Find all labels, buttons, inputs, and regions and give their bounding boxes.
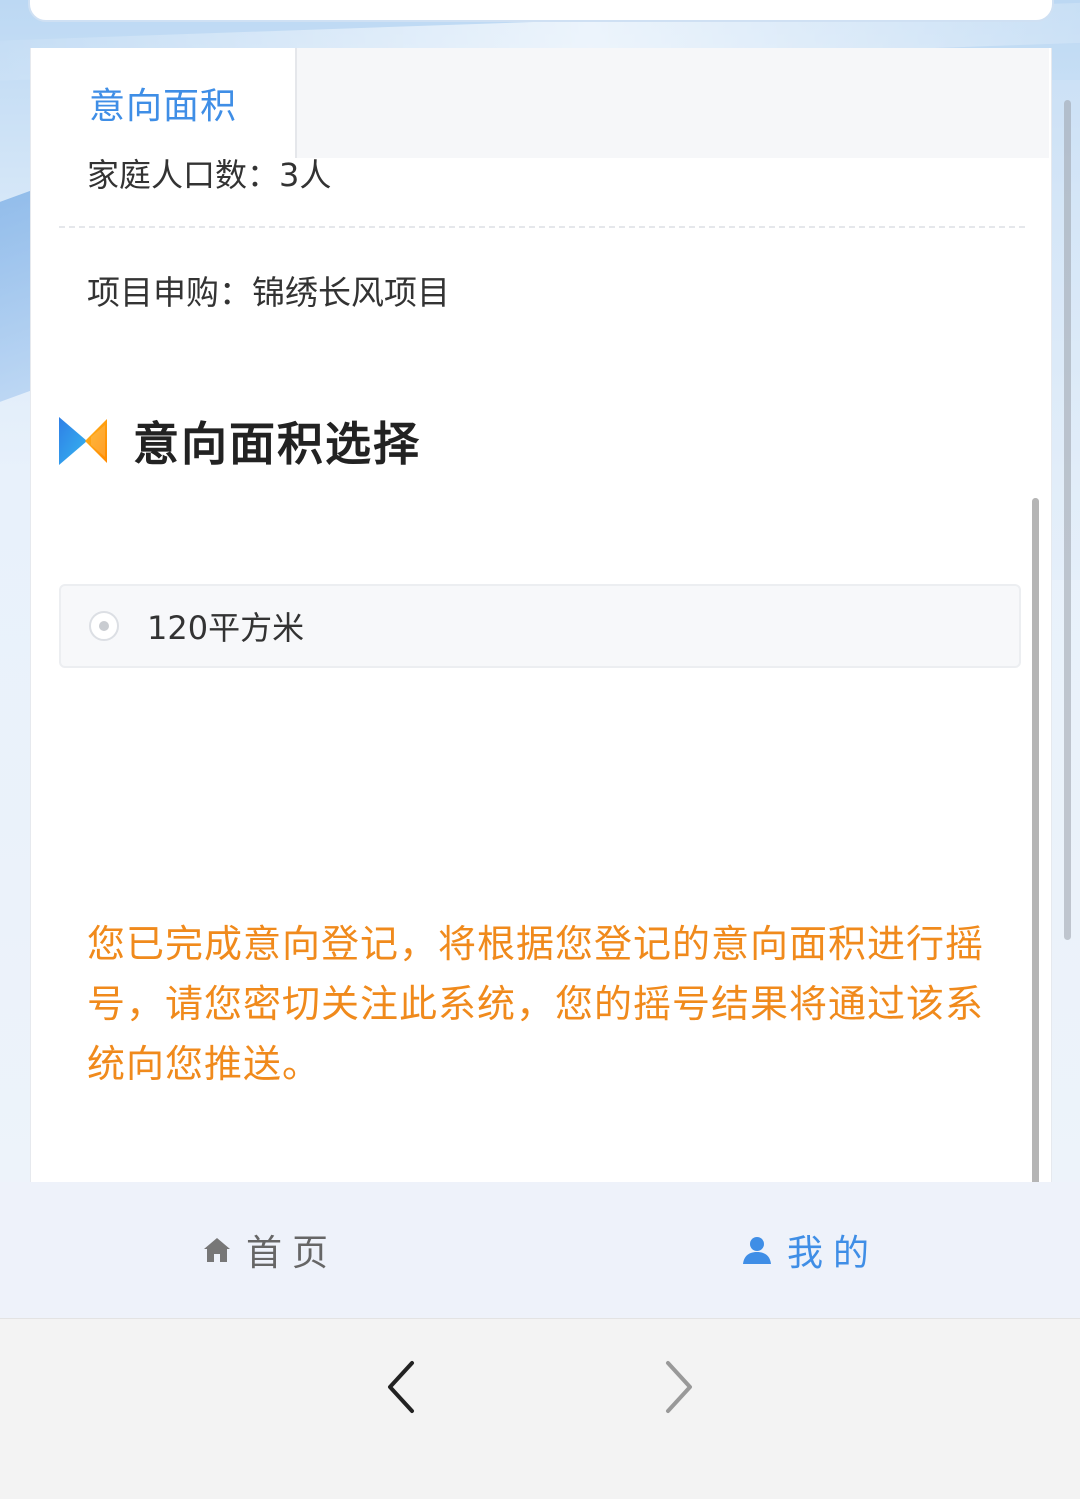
section-mark-icon [59, 417, 107, 465]
tab-label: 意向面积 [89, 86, 238, 127]
section-title: 意向面积选择 [133, 417, 421, 471]
forward-button[interactable] [648, 1347, 708, 1427]
household-value: 3人 [279, 156, 332, 190]
radio-button[interactable] [89, 611, 119, 641]
tab-bar: 意向面积 [31, 48, 1049, 158]
area-option-120[interactable]: 120平方米 [59, 584, 1021, 668]
project-row: 项目申购：锦绣长风项目 [87, 266, 450, 314]
project-value: 锦绣长风项目 [252, 273, 450, 312]
chevron-right-icon [666, 1361, 692, 1413]
chevron-left-icon [388, 1361, 414, 1413]
section-header: 意向面积选择 [59, 406, 421, 476]
browser-toolbar [0, 1318, 1080, 1499]
inner-scrollbar-thumb[interactable] [1032, 498, 1039, 1188]
bottom-navigation: 首页 我的 [0, 1182, 1080, 1318]
household-label: 家庭人口数： [87, 156, 280, 190]
nav-home-label: 首页 [245, 1233, 338, 1274]
option-label: 120平方米 [147, 609, 305, 647]
user-icon [742, 1237, 771, 1264]
nav-mine-label: 我的 [786, 1233, 879, 1274]
project-label: 项目申购： [87, 273, 252, 312]
back-button[interactable] [372, 1347, 432, 1427]
content-card: 意向面积 家庭人口数：3人 项目申购：锦绣长风项目 意向面积选择 120平方米 … [30, 48, 1052, 1188]
nav-mine[interactable]: 我的 [540, 1182, 1080, 1318]
inner-scrollbar[interactable] [1032, 498, 1039, 1188]
divider [59, 226, 1025, 228]
tab-intended-area[interactable]: 意向面积 [31, 48, 297, 158]
page-scrollbar[interactable] [1064, 100, 1071, 940]
notice-text: 您已完成意向登记，将根据您登记的意向面积进行摇号，请您密切关注此系统，您的摇号结… [87, 922, 985, 1086]
home-icon [203, 1238, 230, 1262]
nav-home[interactable]: 首页 [0, 1182, 540, 1318]
radio-dot [99, 621, 109, 631]
previous-card-edge [28, 0, 1054, 22]
